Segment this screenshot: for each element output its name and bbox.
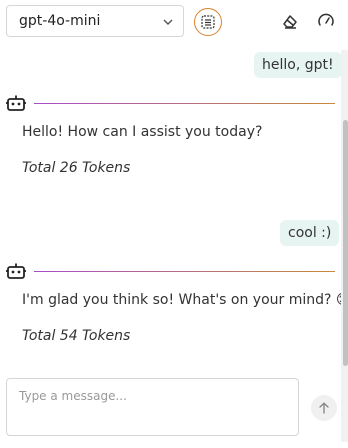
token-stats-button[interactable] bbox=[313, 8, 339, 34]
token-count: Total 54 Tokens bbox=[22, 328, 131, 344]
send-button[interactable] bbox=[311, 395, 337, 421]
assistant-header bbox=[6, 263, 336, 279]
eraser-icon bbox=[283, 15, 297, 29]
robot-icon bbox=[6, 95, 26, 111]
message-divider bbox=[34, 103, 335, 104]
message-divider bbox=[34, 271, 335, 272]
chevron-down-icon bbox=[163, 19, 173, 25]
clear-chat-button[interactable] bbox=[277, 8, 303, 34]
model-select-value: gpt-4o-mini bbox=[19, 13, 101, 29]
assistant-message: I'm glad you think so! What's on your mi… bbox=[22, 292, 348, 308]
prompt-list-icon bbox=[201, 15, 215, 29]
user-message: cool :) bbox=[280, 220, 340, 246]
top-bar: gpt-4o-mini bbox=[0, 0, 348, 44]
message-input[interactable]: Type a message... bbox=[6, 378, 299, 436]
model-select[interactable]: gpt-4o-mini bbox=[6, 5, 184, 37]
gauge-icon bbox=[318, 13, 334, 26]
assistant-message: Hello! How can I assist you today? bbox=[22, 124, 263, 140]
scrollbar-thumb[interactable] bbox=[343, 120, 348, 366]
message-input-placeholder: Type a message... bbox=[19, 389, 127, 403]
user-message: hello, gpt! bbox=[254, 52, 342, 78]
robot-icon bbox=[6, 263, 26, 279]
arrow-up-icon bbox=[319, 402, 329, 414]
prompt-list-button[interactable] bbox=[194, 8, 222, 36]
token-count: Total 26 Tokens bbox=[22, 160, 131, 176]
assistant-header bbox=[6, 95, 336, 111]
